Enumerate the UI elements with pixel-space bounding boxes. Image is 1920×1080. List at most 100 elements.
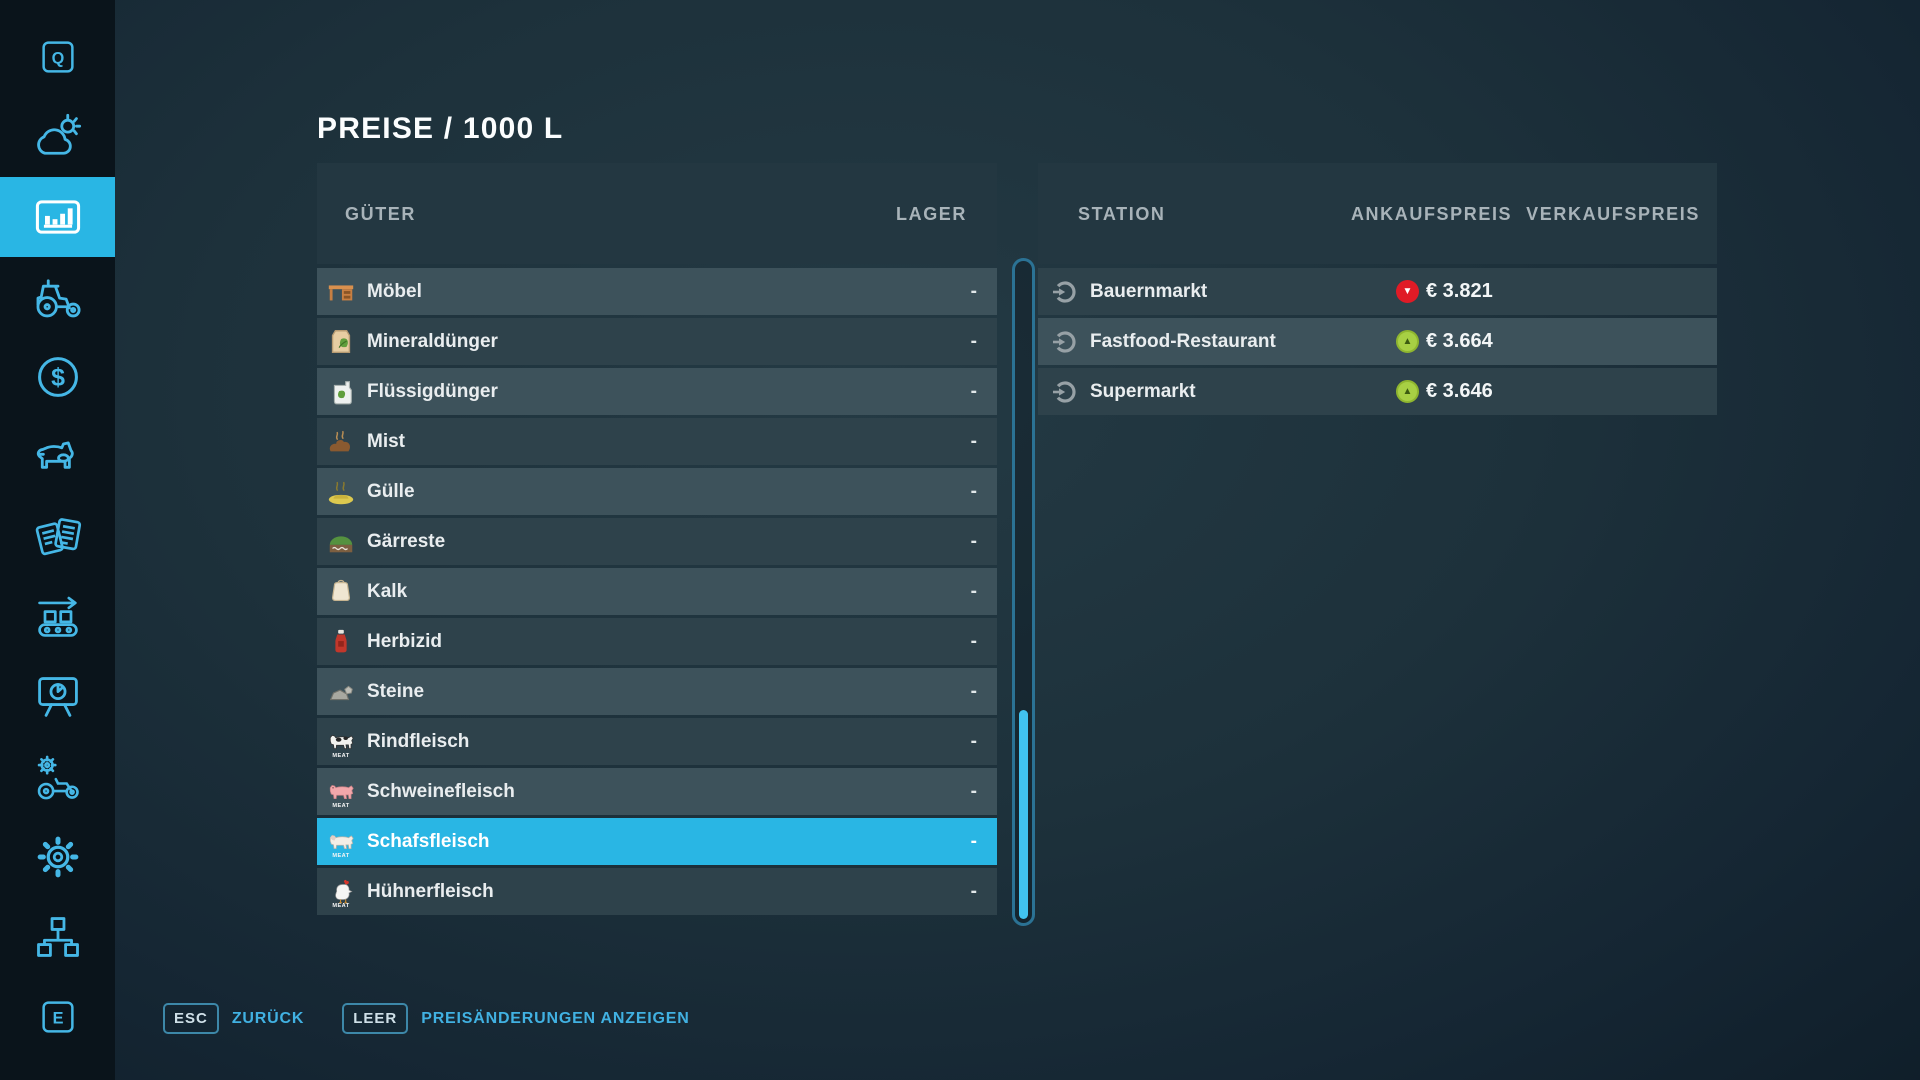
weather-icon — [32, 111, 84, 163]
goods-row-m-bel[interactable]: Möbel - — [317, 268, 997, 315]
cow-icon — [32, 431, 84, 483]
goods-storage-value: - — [971, 481, 977, 503]
price-trend-up-icon: ▲ — [1396, 380, 1419, 403]
sell-price-column-header: VERKAUFSPREIS — [1526, 204, 1700, 225]
goods-label: Schafsfleisch — [367, 831, 490, 853]
goods-storage-value: - — [971, 331, 977, 353]
page-title: PREISE / 1000 L — [317, 112, 563, 146]
sidebar-item-settings[interactable] — [0, 817, 115, 897]
goods-label: Herbizid — [367, 631, 442, 653]
station-row-fastfood-restaurant[interactable]: Fastfood-Restaurant ▲ € 3.664 — [1038, 318, 1717, 365]
sidebar-item-finances[interactable]: $ — [0, 337, 115, 417]
stations-panel: STATION ANKAUFSPREIS VERKAUFSPREIS Bauer… — [1038, 163, 1717, 418]
lime-icon — [325, 576, 357, 608]
hint-back[interactable]: ESCZURÜCK — [163, 1003, 304, 1034]
sidebar-item-multiplayer[interactable] — [0, 897, 115, 977]
sidebar-item-map-key[interactable]: Q — [0, 17, 115, 97]
goods-row-mist[interactable]: Mist- — [317, 418, 997, 465]
hint-label: PREISÄNDERUNGEN ANZEIGEN — [421, 1010, 689, 1028]
contracts-icon — [32, 511, 84, 563]
station-column-header: STATION — [1078, 204, 1166, 225]
price-trend-up-icon: ▲ — [1396, 330, 1419, 353]
scrollbar-thumb[interactable] — [1019, 710, 1028, 919]
sidebar-item-prices[interactable] — [0, 177, 115, 257]
goods-storage-value: - — [971, 281, 977, 303]
pork-icon: MEAT — [325, 776, 357, 808]
goods-row-schafsfleisch[interactable]: MEATSchafsfleisch- — [317, 818, 997, 865]
key-badge: LEER — [342, 1003, 408, 1034]
manure-icon — [325, 426, 357, 458]
goods-row-h-hnerfleisch[interactable]: MEATHühnerfleisch- — [317, 868, 997, 915]
sell-station-icon — [1052, 379, 1078, 405]
conveyor-icon — [32, 591, 84, 643]
sidebar-item-weather[interactable] — [0, 97, 115, 177]
goods-panel: GÜTER LAGER Möbel - Mineraldünger - Flüssigd… — [317, 163, 997, 918]
mutton-icon: MEAT — [325, 826, 357, 858]
sidebar-item-vehicles[interactable] — [0, 257, 115, 337]
svg-text:$: $ — [51, 364, 65, 392]
station-row-supermarkt[interactable]: Supermarkt ▲ € 3.646 — [1038, 368, 1717, 415]
station-row-bauernmarkt[interactable]: Bauernmarkt▼€ 3.821 — [1038, 268, 1717, 315]
price-trend-down-icon: ▼ — [1396, 280, 1419, 303]
goods-label: Steine — [367, 681, 424, 703]
goods-storage-value: - — [971, 781, 977, 803]
goods-row-herbizid[interactable]: Herbizid - — [317, 618, 997, 665]
sidebar-item-help-key[interactable]: E — [0, 977, 115, 1057]
station-price: € 3.664 — [1426, 330, 1493, 353]
scrollbar[interactable] — [1012, 258, 1035, 926]
fertilizer-bag-icon — [325, 326, 357, 358]
svg-text:Q: Q — [51, 50, 64, 68]
furniture-icon — [325, 276, 357, 308]
liquid-fertilizer-icon — [325, 376, 357, 408]
goods-label: Flüssigdünger — [367, 381, 498, 403]
tractor-icon — [32, 271, 84, 323]
goods-label: Möbel — [367, 281, 422, 303]
sidebar-item-maintenance[interactable] — [0, 737, 115, 817]
goods-row-steine[interactable]: Steine - — [317, 668, 997, 715]
dollar-coin-icon: $ — [32, 351, 84, 403]
svg-text:E: E — [52, 1010, 63, 1028]
svg-text:MEAT: MEAT — [332, 852, 349, 858]
goods-row-minerald-nger[interactable]: Mineraldünger - — [317, 318, 997, 365]
goods-row-g-lle[interactable]: Gülle - — [317, 468, 997, 515]
q-key-icon: Q — [35, 34, 81, 80]
goods-row-schweinefleisch[interactable]: MEAT Schweinefleisch - — [317, 768, 997, 815]
footer-hints: ESCZURÜCK LEER PREISÄNDERUNGEN ANZEIGEN — [163, 1003, 690, 1034]
station-name: Supermarkt — [1090, 381, 1196, 403]
sidebar-item-contracts[interactable] — [0, 497, 115, 577]
sidebar-item-animals[interactable] — [0, 417, 115, 497]
chicken-icon: MEAT — [325, 876, 357, 908]
goods-label: Rindfleisch — [367, 731, 469, 753]
stones-icon — [325, 676, 357, 708]
goods-storage-value: - — [971, 631, 977, 653]
slurry-icon — [325, 476, 357, 508]
hint-show-price-changes[interactable]: LEER PREISÄNDERUNGEN ANZEIGEN — [342, 1003, 689, 1034]
goods-row-fl-ssigd-nger[interactable]: Flüssigdünger- — [317, 368, 997, 415]
sidebar: Q $ E — [0, 0, 115, 1080]
svg-text:MEAT: MEAT — [332, 802, 349, 808]
goods-row-g-rreste[interactable]: Gärreste- — [317, 518, 997, 565]
beef-icon: MEAT — [325, 726, 357, 758]
goods-storage-value: - — [971, 531, 977, 553]
goods-panel-header: GÜTER LAGER — [317, 163, 997, 264]
goods-row-kalk[interactable]: Kalk- — [317, 568, 997, 615]
goods-label: Hühnerfleisch — [367, 881, 494, 903]
goods-storage-value: - — [971, 431, 977, 453]
goods-label: Gülle — [367, 481, 415, 503]
station-price: € 3.821 — [1426, 280, 1493, 303]
station-name: Fastfood-Restaurant — [1090, 331, 1276, 353]
station-price: € 3.646 — [1426, 380, 1493, 403]
storage-column-header: LAGER — [896, 204, 967, 225]
sidebar-items: Q $ E — [0, 17, 115, 1057]
sidebar-item-statistics[interactable] — [0, 657, 115, 737]
goods-label: Schweinefleisch — [367, 781, 515, 803]
goods-label: Mineraldünger — [367, 331, 498, 353]
sidebar-item-production[interactable] — [0, 577, 115, 657]
goods-storage-value: - — [971, 681, 977, 703]
goods-rows: Möbel-Mineraldünger-Flüssigdünger-Mist-G… — [317, 268, 997, 915]
goods-row-rindfleisch[interactable]: MEATRindfleisch- — [317, 718, 997, 765]
sell-station-icon — [1052, 279, 1078, 305]
goods-storage-value: - — [971, 581, 977, 603]
svg-text:MEAT: MEAT — [332, 752, 349, 758]
herbicide-icon — [325, 626, 357, 658]
